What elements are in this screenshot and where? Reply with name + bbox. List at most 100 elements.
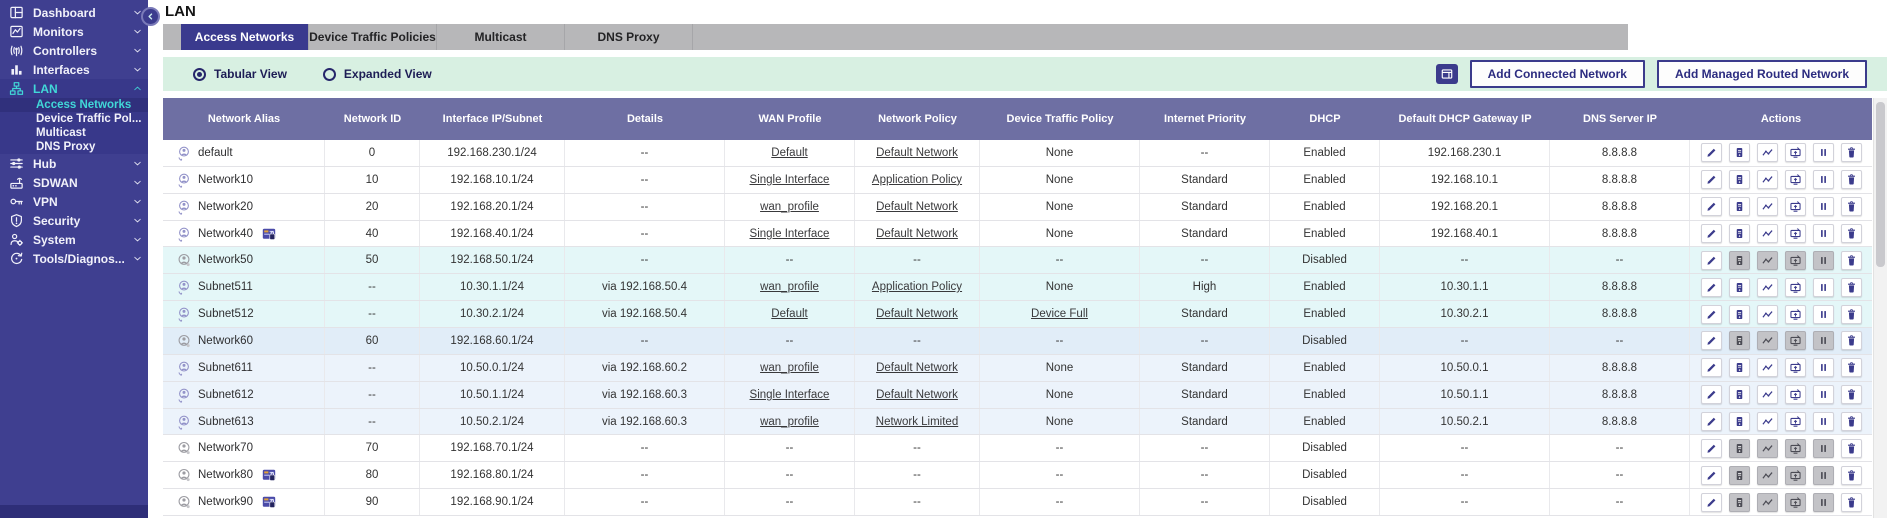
port-forward-button[interactable] (1785, 385, 1806, 404)
clients-button[interactable] (1729, 224, 1750, 243)
tab-access-networks[interactable]: Access Networks (181, 24, 309, 50)
port-forward-button[interactable] (1785, 170, 1806, 189)
port-forward-button[interactable] (1785, 358, 1806, 377)
delete-button[interactable] (1841, 305, 1862, 324)
network_policy-link[interactable]: Default Network (876, 308, 958, 320)
tabular-view-radio-option[interactable]: Tabular View (193, 67, 287, 81)
sidebar-item-hub[interactable]: Hub (0, 154, 148, 173)
delete-button[interactable] (1841, 439, 1862, 458)
pause-button[interactable] (1813, 385, 1834, 404)
activity-button[interactable] (1757, 358, 1778, 377)
edit-button[interactable] (1701, 305, 1722, 324)
sidebar-item-device-traffic-pol[interactable]: Device Traffic Pol... (0, 112, 148, 126)
device_traffic_policy-link[interactable]: Device Full (1031, 308, 1088, 320)
delete-button[interactable] (1841, 143, 1862, 162)
delete-button[interactable] (1841, 224, 1862, 243)
sidebar-item-system[interactable]: System (0, 230, 148, 249)
delete-button[interactable] (1841, 197, 1862, 216)
edit-button[interactable] (1701, 143, 1722, 162)
network_policy-link[interactable]: Default Network (876, 389, 958, 401)
sidebar-collapse-button[interactable] (141, 7, 160, 26)
edit-button[interactable] (1701, 331, 1722, 350)
sidebar-item-interfaces[interactable]: Interfaces (0, 60, 148, 79)
clients-button[interactable] (1729, 278, 1750, 297)
network_policy-link[interactable]: Default Network (876, 201, 958, 213)
delete-button[interactable] (1841, 358, 1862, 377)
wan_profile-link[interactable]: wan_profile (760, 362, 819, 374)
port-forward-button[interactable] (1785, 224, 1806, 243)
wan_profile-link[interactable]: wan_profile (760, 201, 819, 213)
edit-button[interactable] (1701, 251, 1722, 270)
wan_profile-link[interactable]: Single Interface (750, 389, 830, 401)
wan_profile-link[interactable]: wan_profile (760, 281, 819, 293)
sidebar-item-security[interactable]: Security (0, 211, 148, 230)
radio-icon[interactable] (323, 68, 336, 81)
clients-button[interactable] (1729, 358, 1750, 377)
port-forward-button[interactable] (1785, 197, 1806, 216)
add-managed-routed-network-button[interactable]: Add Managed Routed Network (1657, 60, 1867, 88)
pause-button[interactable] (1813, 224, 1834, 243)
activity-button[interactable] (1757, 412, 1778, 431)
port-forward-button[interactable] (1785, 278, 1806, 297)
clients-button[interactable] (1729, 197, 1750, 216)
edit-button[interactable] (1701, 278, 1722, 297)
port-forward-button[interactable] (1785, 412, 1806, 431)
delete-button[interactable] (1841, 170, 1862, 189)
network_policy-link[interactable]: Default Network (876, 362, 958, 374)
edit-button[interactable] (1701, 412, 1722, 431)
sidebar-item-multicast[interactable]: Multicast (0, 126, 148, 140)
network_policy-link[interactable]: Network Limited (876, 416, 958, 428)
edit-button[interactable] (1701, 439, 1722, 458)
clients-button[interactable] (1729, 412, 1750, 431)
edit-button[interactable] (1701, 493, 1722, 512)
sidebar-item-controllers[interactable]: Controllers (0, 41, 148, 60)
port-forward-button[interactable] (1785, 305, 1806, 324)
edit-button[interactable] (1701, 224, 1722, 243)
pause-button[interactable] (1813, 358, 1834, 377)
delete-button[interactable] (1841, 278, 1862, 297)
vertical-scrollbar[interactable] (1873, 98, 1887, 518)
sidebar-item-tools-diagnos[interactable]: Tools/Diagnos... (0, 249, 148, 268)
expanded-view-radio-option[interactable]: Expanded View (323, 67, 432, 81)
sidebar-item-sdwan[interactable]: SDWAN (0, 173, 148, 192)
tab-multicast[interactable]: Multicast (437, 24, 565, 50)
network_policy-link[interactable]: Application Policy (872, 174, 962, 186)
sidebar-item-dashboard[interactable]: Dashboard (0, 3, 148, 22)
network_policy-link[interactable]: Application Policy (872, 281, 962, 293)
wan_profile-link[interactable]: Single Interface (750, 174, 830, 186)
activity-button[interactable] (1757, 278, 1778, 297)
card-view-icon-button[interactable] (1436, 64, 1458, 84)
sidebar-item-vpn[interactable]: VPN (0, 192, 148, 211)
pause-button[interactable] (1813, 143, 1834, 162)
delete-button[interactable] (1841, 251, 1862, 270)
delete-button[interactable] (1841, 385, 1862, 404)
delete-button[interactable] (1841, 466, 1862, 485)
edit-button[interactable] (1701, 466, 1722, 485)
wan_profile-link[interactable]: Single Interface (750, 228, 830, 240)
pause-button[interactable] (1813, 197, 1834, 216)
network_policy-link[interactable]: Default Network (876, 228, 958, 240)
pause-button[interactable] (1813, 305, 1834, 324)
activity-button[interactable] (1757, 143, 1778, 162)
activity-button[interactable] (1757, 170, 1778, 189)
activity-button[interactable] (1757, 197, 1778, 216)
wan_profile-link[interactable]: wan_profile (760, 416, 819, 428)
delete-button[interactable] (1841, 331, 1862, 350)
clients-button[interactable] (1729, 385, 1750, 404)
pause-button[interactable] (1813, 412, 1834, 431)
clients-button[interactable] (1729, 305, 1750, 324)
tab-dns-proxy[interactable]: DNS Proxy (565, 24, 693, 50)
sidebar-item-access-networks[interactable]: Access Networks (0, 98, 148, 112)
wan_profile-link[interactable]: Default (771, 308, 807, 320)
activity-button[interactable] (1757, 385, 1778, 404)
port-forward-button[interactable] (1785, 143, 1806, 162)
network_policy-link[interactable]: Default Network (876, 147, 958, 159)
delete-button[interactable] (1841, 412, 1862, 431)
edit-button[interactable] (1701, 197, 1722, 216)
scrollbar-thumb[interactable] (1876, 102, 1885, 267)
edit-button[interactable] (1701, 170, 1722, 189)
sidebar-item-dns-proxy[interactable]: DNS Proxy (0, 140, 148, 154)
activity-button[interactable] (1757, 224, 1778, 243)
activity-button[interactable] (1757, 305, 1778, 324)
edit-button[interactable] (1701, 385, 1722, 404)
